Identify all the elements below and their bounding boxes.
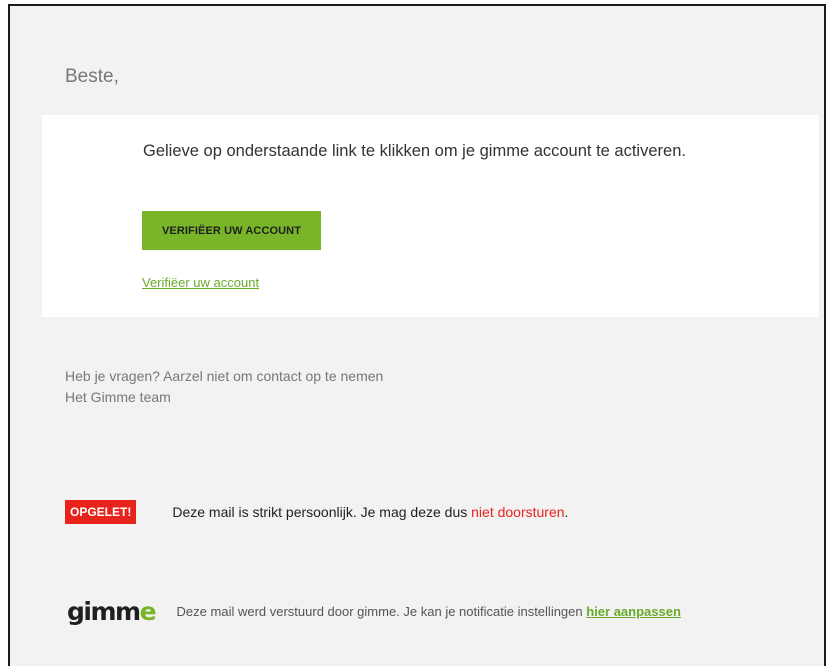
- closing-line-signature: Het Gimme team: [65, 389, 171, 405]
- email-frame: Beste, Gelieve op onderstaande link te k…: [8, 4, 826, 666]
- footer-text-main: Deze mail werd verstuurd door gimme. Je …: [176, 604, 587, 619]
- warning-badge: OPGELET!: [65, 500, 137, 524]
- activation-card: Gelieve op onderstaande link te klikken …: [42, 115, 819, 317]
- warning-text: Deze mail is strikt persoonlijk. Je mag …: [172, 504, 568, 520]
- logo-main: gimm: [67, 597, 141, 626]
- warning-emphasis: niet doorsturen: [471, 504, 565, 520]
- verify-account-button[interactable]: VERIFIËER UW ACCOUNT: [142, 211, 321, 250]
- warning-row: OPGELET! Deze mail is strikt persoonlijk…: [65, 500, 568, 524]
- verify-account-link[interactable]: Verifiëer uw account: [142, 275, 259, 290]
- gimme-logo-icon: gimm e: [67, 599, 157, 624]
- closing-line-questions: Heb je vragen? Aarzel niet om contact op…: [65, 368, 384, 384]
- greeting: Beste,: [65, 66, 119, 87]
- notification-settings-link[interactable]: hier aanpassen: [586, 604, 681, 619]
- closing-text: Heb je vragen? Aarzel niet om contact op…: [65, 366, 383, 408]
- footer-text: Deze mail werd verstuurd door gimme. Je …: [177, 604, 681, 619]
- footer-row: gimm e Deze mail werd verstuurd door gimm…: [67, 599, 681, 624]
- warning-text-main: Deze mail is strikt persoonlijk. Je mag …: [172, 504, 472, 520]
- warning-text-end: .: [564, 504, 569, 520]
- logo-accent: e: [139, 597, 157, 626]
- activation-message: Gelieve op onderstaande link te klikken …: [143, 142, 686, 160]
